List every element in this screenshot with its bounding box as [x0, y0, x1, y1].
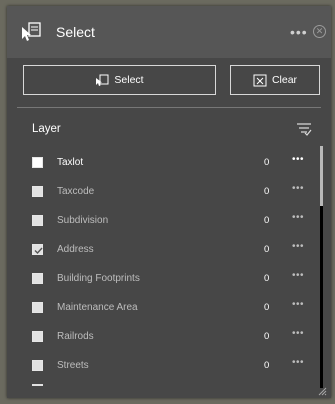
layer-name: Taxlot: [57, 157, 84, 168]
layer-count: 0: [264, 215, 270, 226]
layer-more-icon[interactable]: •••: [292, 241, 304, 252]
layer-name: Maintenance Area: [57, 302, 138, 313]
layer-row-maintenance-area[interactable]: Maintenance Area 0 •••: [7, 293, 317, 322]
layer-more-icon[interactable]: •••: [292, 212, 304, 223]
layer-row-streets[interactable]: Streets 0 •••: [7, 351, 317, 380]
scrollbar-thumb[interactable]: [320, 146, 323, 206]
divider: [17, 107, 321, 108]
layer-more-icon[interactable]: •••: [292, 183, 304, 194]
layer-count: 0: [264, 186, 270, 197]
layer-more-icon[interactable]: •••: [292, 154, 304, 165]
select-tool-icon: [22, 22, 41, 41]
layer-row-building-footprints[interactable]: Building Footprints 0 •••: [7, 264, 317, 293]
layer-list: Taxlot 0 ••• Taxcode 0 ••• Subdivision 0…: [7, 148, 317, 380]
layer-name: Streets: [57, 360, 89, 371]
layer-name: Railrods: [57, 331, 94, 342]
layer-count: 0: [264, 302, 270, 313]
layer-name: Taxcode: [57, 186, 95, 197]
layer-row-railrods[interactable]: Railrods 0 •••: [7, 322, 317, 351]
close-circle-icon[interactable]: ✕: [313, 25, 326, 38]
layer-checkbox[interactable]: [32, 157, 43, 168]
clear-selection-icon: [253, 74, 267, 86]
layer-column-header: Layer: [32, 123, 61, 135]
panel-title: Select: [56, 24, 95, 40]
clear-button-label: Clear: [271, 74, 298, 86]
layer-checkbox[interactable]: [32, 331, 43, 342]
layer-checkbox-partial[interactable]: [32, 384, 43, 386]
layer-count: 0: [264, 360, 270, 371]
layer-checkbox[interactable]: [32, 273, 43, 284]
select-pointer-icon: [96, 74, 109, 86]
layer-name: Address: [57, 244, 94, 255]
select-widget-panel: Select ••• ✕ Select Clear Layer Taxlot 0…: [7, 6, 331, 398]
layer-more-icon[interactable]: •••: [292, 299, 304, 310]
layer-name: Building Footprints: [57, 273, 140, 284]
panel-header: Select ••• ✕: [7, 6, 331, 58]
select-button-label: Select: [114, 74, 144, 86]
select-button[interactable]: Select: [23, 65, 216, 95]
layer-checkbox[interactable]: [32, 360, 43, 371]
resize-grip-icon[interactable]: [317, 386, 327, 396]
layer-count: 0: [264, 273, 270, 284]
checkmark-icon: [34, 247, 43, 255]
layer-row-taxcode[interactable]: Taxcode 0 •••: [7, 177, 317, 206]
filter-list-icon[interactable]: [296, 122, 312, 136]
more-dots-icon[interactable]: •••: [290, 24, 308, 40]
layer-checkbox[interactable]: [32, 215, 43, 226]
layer-row-subdivision[interactable]: Subdivision 0 •••: [7, 206, 317, 235]
layer-row-taxlot[interactable]: Taxlot 0 •••: [7, 148, 317, 177]
layer-count: 0: [264, 244, 270, 255]
layer-name: Subdivision: [57, 215, 109, 226]
layer-checkbox[interactable]: [32, 186, 43, 197]
layer-more-icon[interactable]: •••: [292, 270, 304, 281]
layer-checkbox-checked[interactable]: [32, 244, 43, 255]
layer-row-address[interactable]: Address 0 •••: [7, 235, 317, 264]
layer-more-icon[interactable]: •••: [292, 357, 304, 368]
layer-count: 0: [264, 157, 270, 168]
layer-checkbox[interactable]: [32, 302, 43, 313]
layer-more-icon[interactable]: •••: [292, 328, 304, 339]
layer-count: 0: [264, 331, 270, 342]
clear-button[interactable]: Clear: [230, 65, 320, 95]
